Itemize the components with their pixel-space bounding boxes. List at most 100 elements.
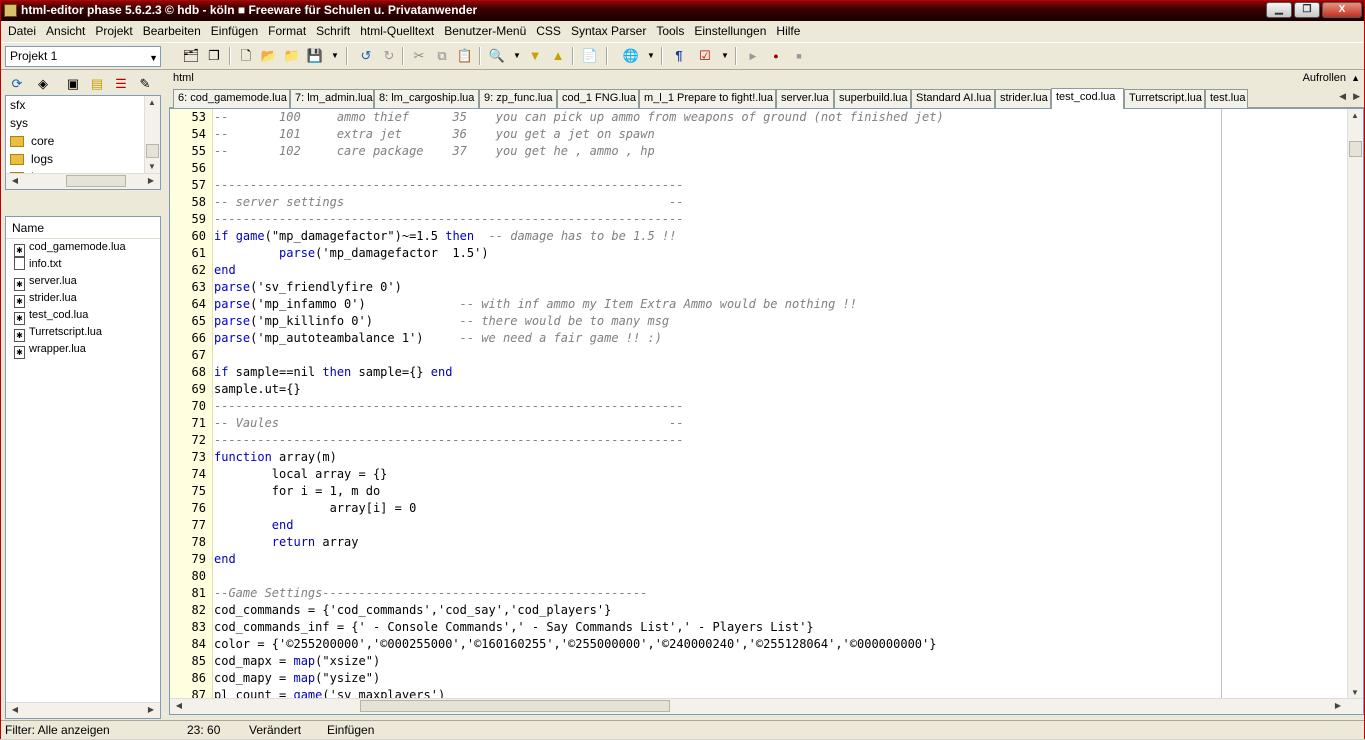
open-project-icon[interactable]: 🗂 (181, 46, 201, 66)
file-item[interactable]: ✱ cod_gamemode.lua (6, 239, 160, 257)
scroll-left-arrow[interactable]: ◀ (8, 176, 22, 185)
code-editor[interactable]: 53 54 55 56 57 58 59 60 61 62 63 64 65 66 67 68 69 70 71 72… (169, 108, 1364, 715)
menu-item-6[interactable]: Schrift (311, 24, 355, 38)
insert-icon[interactable]: 📄 (580, 46, 600, 66)
collapse-button[interactable]: Aufrollen (1303, 71, 1346, 86)
browser-preview-icon[interactable]: 🌐 (621, 46, 641, 66)
save-icon[interactable]: 💾 (305, 46, 325, 66)
menu-item-13[interactable]: Hilfe (771, 24, 805, 38)
menu-item-8[interactable]: Benutzer-Menü (439, 24, 531, 38)
folders-icon[interactable]: ▤ (87, 74, 107, 94)
comment-token: -- with inf ammo my Item Extra Ammo woul… (459, 297, 857, 311)
file-item[interactable]: info.txt (6, 256, 160, 273)
navigate-icon[interactable]: ◈ (33, 74, 53, 94)
menu-item-9[interactable]: CSS (531, 24, 566, 38)
copy-icon[interactable]: ⧉ (432, 46, 452, 66)
bookmark-up-icon[interactable]: ▲ (548, 46, 568, 66)
checklist-icon[interactable]: ☑ (695, 46, 715, 66)
collapse-icon[interactable]: ▲ (1351, 71, 1360, 86)
scroll-right-arrow[interactable]: ▶ (144, 705, 158, 714)
stop-icon[interactable]: ■ (789, 46, 809, 66)
new-file-icon[interactable]: 🗋 (236, 46, 256, 66)
scroll-up-arrow[interactable]: ▲ (145, 98, 159, 107)
record-icon[interactable]: ● (766, 46, 786, 66)
folder-item[interactable]: core (6, 132, 160, 150)
checklist-dropdown-icon[interactable]: ▼ (715, 46, 735, 66)
tab-file[interactable]: 8: lm_cargoship.lua (374, 89, 479, 108)
windows-icon[interactable]: ❐ (204, 46, 224, 66)
cut-icon[interactable]: ✂ (409, 46, 429, 66)
pilcrow-icon[interactable]: ¶ (669, 46, 689, 66)
bookmark-down-icon[interactable]: ▼ (525, 46, 545, 66)
file-list-header[interactable]: Name (6, 217, 160, 239)
menu-item-1[interactable]: Ansicht (41, 24, 90, 38)
maximize-button[interactable]: ❐ (1294, 2, 1320, 18)
menu-item-10[interactable]: Syntax Parser (566, 24, 651, 38)
redo-icon[interactable]: ↻ (379, 46, 399, 66)
search-dropdown-icon[interactable]: ▼ (507, 46, 527, 66)
menu-item-2[interactable]: Projekt (90, 24, 137, 38)
tab-scroll-right-icon[interactable]: ▶ (1353, 91, 1360, 102)
menu-item-7[interactable]: html-Quelltext (355, 24, 439, 38)
play-icon[interactable]: ▶ (743, 46, 763, 66)
tab-file[interactable]: 7: lm_admin.lua (290, 89, 374, 108)
tab-file[interactable]: cod_1 FNG.lua (557, 89, 639, 108)
scroll-right-arrow[interactable]: ▶ (1331, 701, 1345, 710)
scroll-left-arrow[interactable]: ◀ (8, 705, 22, 714)
tab-file[interactable]: 6: cod_gamemode.lua (173, 89, 290, 108)
tab-file[interactable]: server.lua (776, 89, 834, 108)
file-item[interactable]: ✱ server.lua (6, 273, 160, 291)
menu-item-5[interactable]: Format (263, 24, 311, 38)
scroll-down-arrow[interactable]: ▼ (145, 162, 159, 171)
tab-file[interactable]: strider.lua (995, 89, 1051, 108)
minimize-button[interactable]: ▁ (1266, 2, 1292, 18)
close-button[interactable]: X (1322, 2, 1362, 18)
tab-file[interactable]: test_cod.lua (1051, 88, 1124, 109)
preview-dropdown-icon[interactable]: ▼ (641, 46, 661, 66)
menu-item-4[interactable]: Einfügen (206, 24, 263, 38)
title-bar[interactable]: html-editor phase 5.6.2.3 © hdb - köln ■… (1, 1, 1364, 21)
image-icon[interactable]: ▣ (63, 74, 83, 94)
folder-item[interactable]: sys (6, 114, 160, 132)
h-scrollbar-thumb[interactable] (66, 175, 126, 187)
file-item[interactable]: ✱ strider.lua (6, 290, 160, 308)
folder-item[interactable]: sfx (6, 96, 160, 114)
tab-file[interactable]: test.lua (1205, 89, 1248, 108)
menu-item-3[interactable]: Bearbeiten (138, 24, 206, 38)
undo-icon[interactable]: ↺ (356, 46, 376, 66)
file-item[interactable]: ✱ test_cod.lua (6, 307, 160, 325)
scrollbar-thumb[interactable] (1349, 141, 1362, 157)
filter-status[interactable]: Filter: Alle anzeigen (5, 721, 110, 740)
scroll-up-arrow[interactable]: ▲ (1348, 111, 1362, 120)
editor-hscroll[interactable]: ◀ ▶ (170, 698, 1363, 714)
edit-list-icon[interactable]: ✎ (135, 74, 155, 94)
editor-vscroll[interactable]: ▲ ▼ (1347, 109, 1363, 699)
menu-item-11[interactable]: Tools (651, 24, 689, 38)
tab-file[interactable]: superbuild.lua (834, 89, 911, 108)
open-file-icon[interactable]: 📁 (282, 46, 302, 66)
tab-scroll-left-icon[interactable]: ◀ (1339, 91, 1346, 102)
folder-item[interactable]: logs (6, 150, 160, 168)
list-icon[interactable]: ☰ (111, 74, 131, 94)
folder-icon (10, 154, 24, 165)
file-item[interactable]: ✱ wrapper.lua (6, 341, 160, 359)
menu-item-12[interactable]: Einstellungen (689, 24, 771, 38)
refresh-icon[interactable]: ⟳ (7, 74, 27, 94)
code-area[interactable]: -- 100 ammo thief 35 you can pick up amm… (214, 109, 944, 702)
h-scrollbar-thumb[interactable] (360, 700, 670, 712)
save-dropdown-icon[interactable]: ▼ (325, 46, 345, 66)
tab-file[interactable]: Standard AI.lua (911, 89, 995, 108)
tab-file[interactable]: Turretscript.lua (1124, 89, 1205, 108)
tab-file[interactable]: 9: zp_func.lua (479, 89, 557, 108)
project-select[interactable]: Projekt 1 ▼ (5, 46, 161, 67)
scroll-right-arrow[interactable]: ▶ (144, 176, 158, 185)
search-icon[interactable]: 🔍 (487, 46, 507, 66)
scroll-left-arrow[interactable]: ◀ (172, 701, 186, 710)
open-folder-icon[interactable]: 📂 (259, 46, 279, 66)
scroll-down-arrow[interactable]: ▼ (1348, 688, 1362, 697)
tab-file[interactable]: m_l_1 Prepare to fight!.lua (639, 89, 776, 108)
menu-item-0[interactable]: Datei (3, 24, 41, 38)
file-item[interactable]: ✱ Turretscript.lua (6, 324, 160, 342)
paste-icon[interactable]: 📋 (455, 46, 475, 66)
scrollbar-thumb[interactable] (146, 144, 159, 158)
